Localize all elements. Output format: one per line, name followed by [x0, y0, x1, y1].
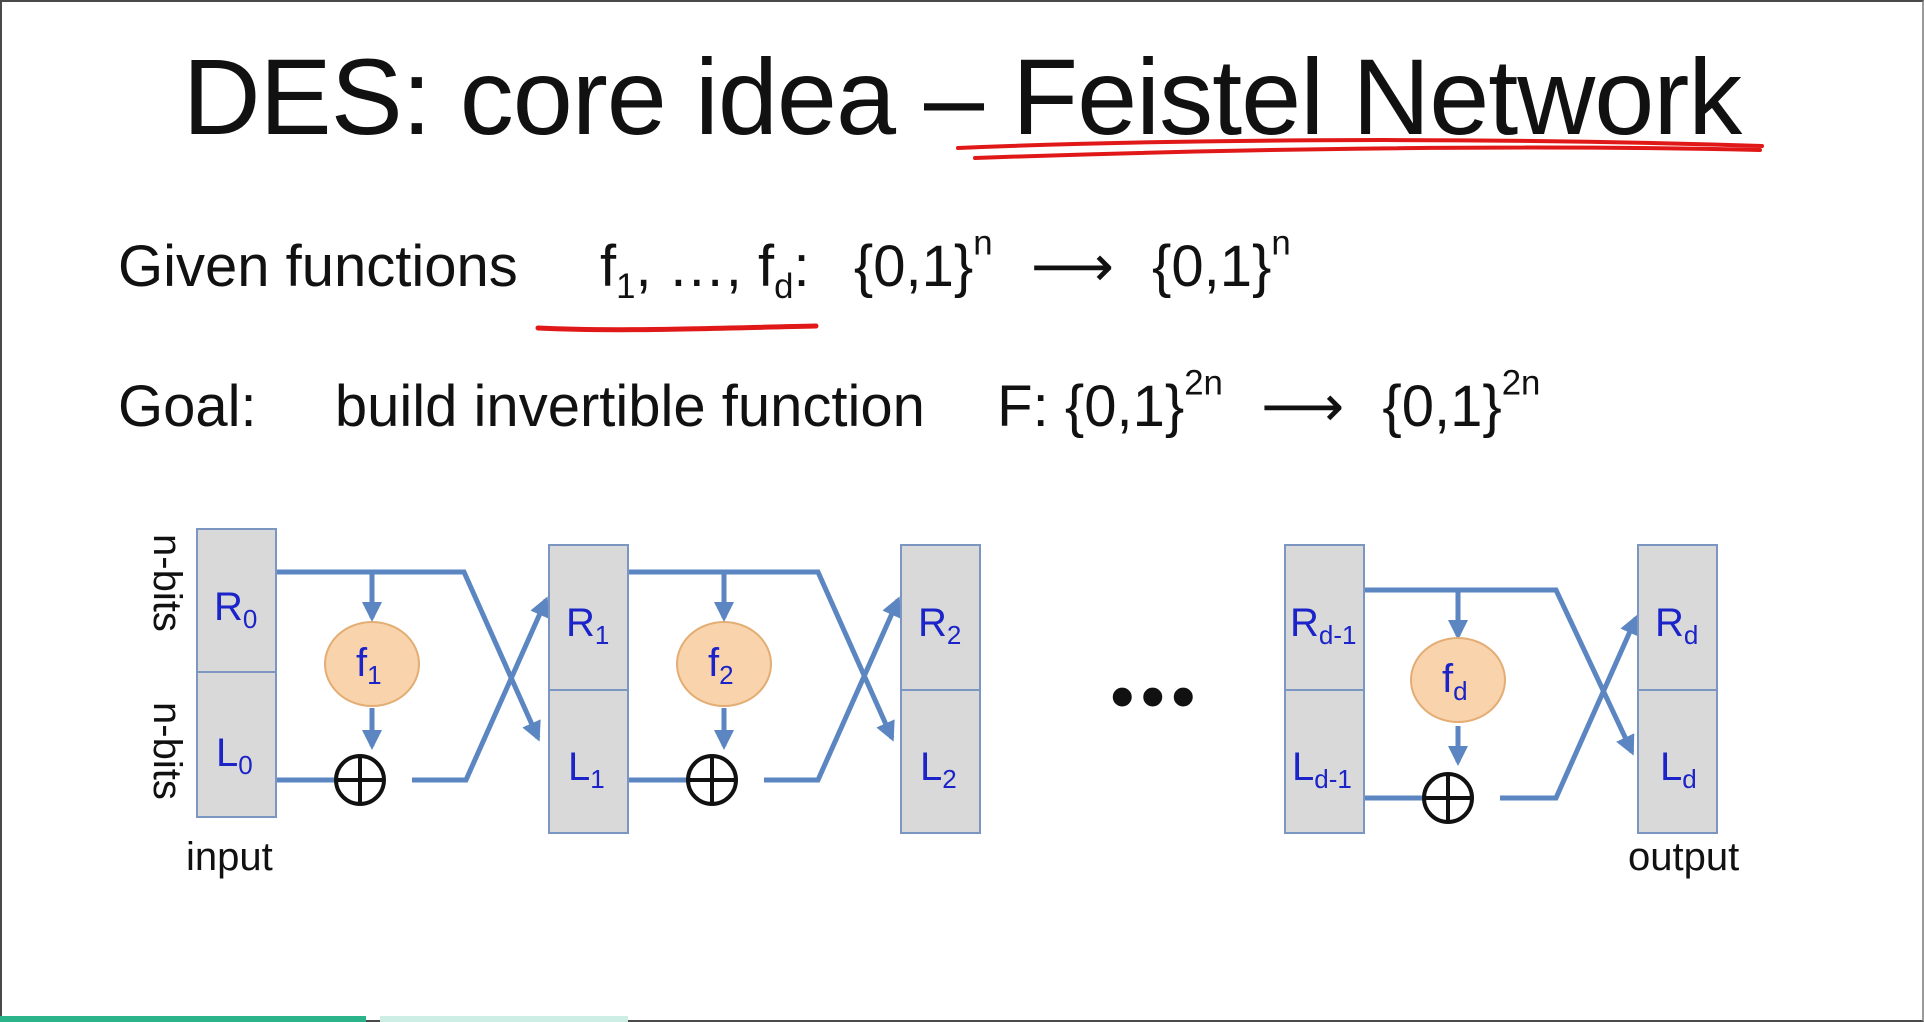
xor1-to-r1-line — [412, 596, 549, 783]
progress-bar-segment — [0, 1016, 366, 1022]
n-bits-top-label: n-bits — [145, 534, 189, 632]
input-label: input — [186, 835, 273, 879]
title-underline-annotation — [956, 138, 1764, 160]
continuation-dots: ••• — [1110, 657, 1202, 735]
xor2-to-r2-line — [764, 596, 901, 783]
output-label: output — [1628, 835, 1739, 879]
xor-1 — [334, 754, 386, 806]
progress-bar-buffer — [380, 1016, 628, 1022]
xord-to-rd-line — [1500, 614, 1639, 801]
xor-d — [1422, 772, 1474, 824]
functions-underline-annotation — [535, 323, 819, 333]
feistel-diagram: R0 L0 R1 L1 R2 L2 Rd-1 Ld-1 Rd Ld f1 f2 … — [145, 138, 1764, 879]
xor-2 — [686, 754, 738, 806]
n-bits-bottom-label: n-bits — [145, 702, 189, 800]
